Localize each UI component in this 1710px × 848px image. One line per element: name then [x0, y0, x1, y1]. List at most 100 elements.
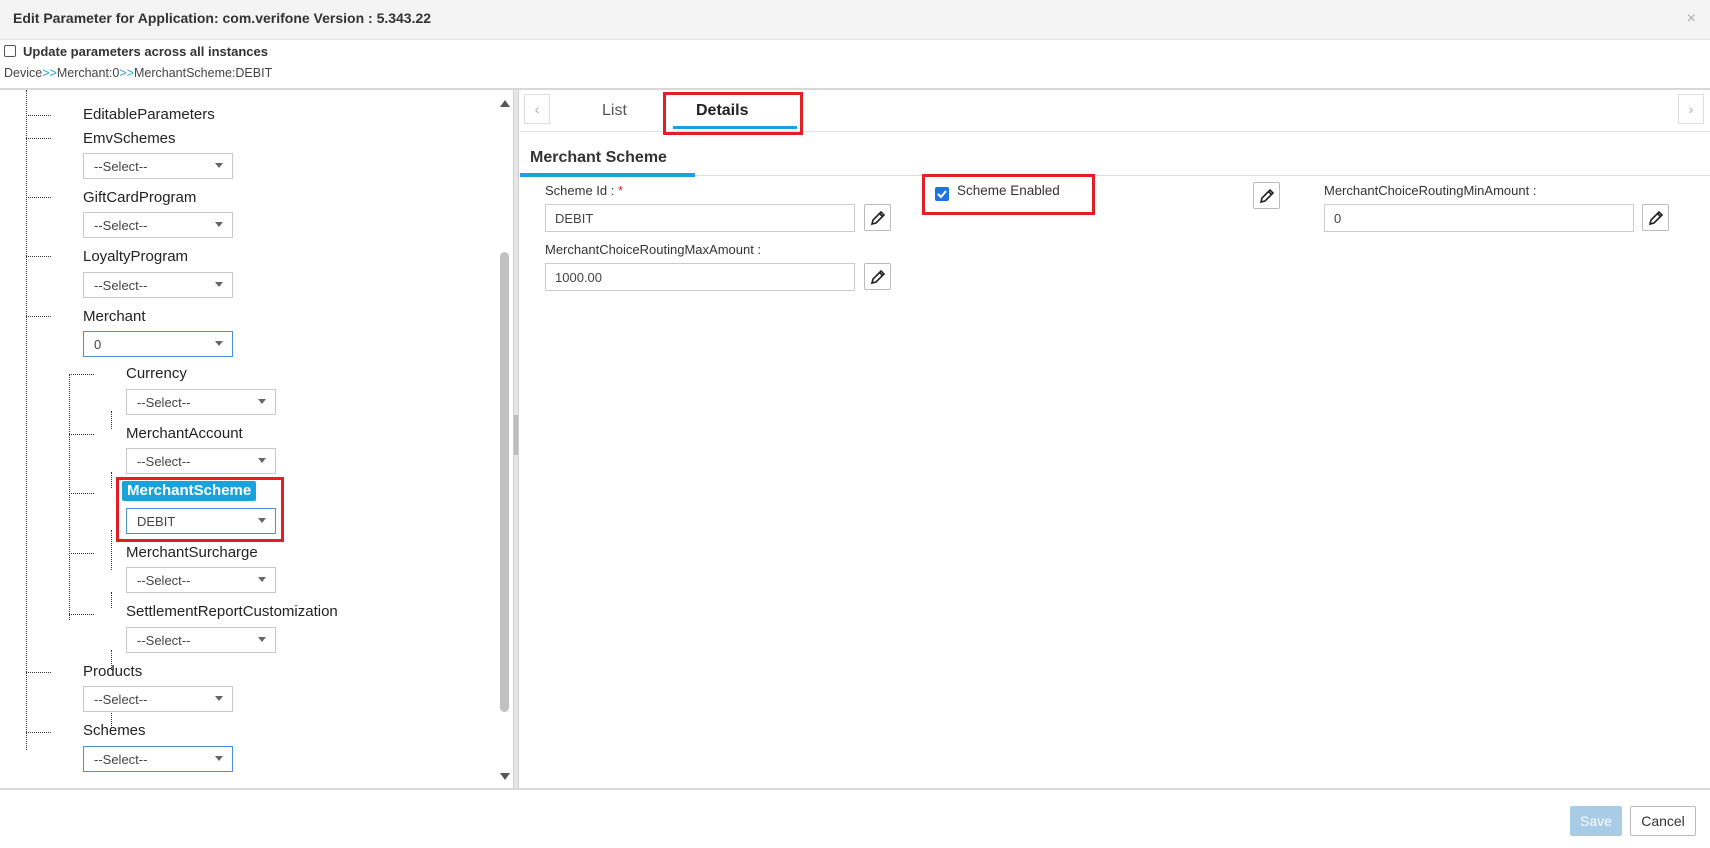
close-icon[interactable]: ×: [1687, 10, 1696, 28]
tree-connector: [111, 530, 112, 570]
tree-node-merchant-scheme[interactable]: MerchantScheme: [122, 481, 257, 501]
pencil-icon: [870, 210, 886, 226]
tree-node-loyalty-program[interactable]: LoyaltyProgram: [83, 248, 188, 265]
loyalty-program-select-value: --Select--: [94, 278, 148, 293]
scheme-enabled-checkbox[interactable]: [935, 187, 949, 201]
schemes-select[interactable]: --Select--: [83, 746, 233, 772]
breadcrumb-merchant-scheme: MerchantScheme:DEBIT: [133, 66, 273, 80]
tab-next-button[interactable]: ›: [1678, 94, 1704, 124]
tree-connector: [26, 732, 51, 733]
tree-connector: [111, 472, 112, 488]
gift-card-program-select-value: --Select--: [94, 218, 148, 233]
cancel-button[interactable]: Cancel: [1630, 806, 1696, 836]
update-all-checkbox[interactable]: [4, 45, 16, 57]
breadcrumb-separator: >>: [42, 66, 57, 80]
currency-select-value: --Select--: [137, 395, 191, 410]
tree-connector: [69, 374, 94, 375]
merchant-surcharge-select-value: --Select--: [137, 573, 191, 588]
emv-schemes-select[interactable]: --Select--: [83, 153, 233, 179]
dialog-title: Edit Parameter for Application: com.veri…: [13, 10, 432, 26]
tree-node-merchant[interactable]: Merchant: [83, 308, 146, 325]
scrollbar-thumb[interactable]: [500, 252, 509, 712]
merchant-account-select-value: --Select--: [137, 454, 191, 469]
chevron-down-icon: [258, 399, 266, 404]
chevron-down-icon: [215, 163, 223, 168]
tree-node-merchant-account[interactable]: MerchantAccount: [126, 425, 243, 442]
tree-node-editable-parameters[interactable]: EditableParameters: [83, 106, 215, 123]
tab-list[interactable]: List: [602, 102, 627, 120]
tree-node-merchant-surcharge[interactable]: MerchantSurcharge: [126, 544, 258, 561]
merchant-scheme-select[interactable]: DEBIT: [126, 508, 276, 534]
chevron-down-icon: [258, 577, 266, 582]
emv-schemes-select-value: --Select--: [94, 159, 148, 174]
edit-min-amount-button[interactable]: [1642, 204, 1669, 231]
chevron-down-icon: [258, 637, 266, 642]
chevron-down-icon: [258, 518, 266, 523]
gift-card-program-select[interactable]: --Select--: [83, 212, 233, 238]
tree-node-products[interactable]: Products: [83, 663, 142, 680]
merchant-account-select[interactable]: --Select--: [126, 448, 276, 474]
breadcrumb-device[interactable]: Device: [4, 66, 42, 80]
scroll-up-arrow-icon[interactable]: [500, 100, 510, 107]
chevron-down-icon: [215, 222, 223, 227]
scheme-id-label-text: Scheme Id :: [545, 183, 615, 198]
pencil-icon: [1648, 210, 1664, 226]
breadcrumb-merchant[interactable]: Merchant:0: [57, 66, 120, 80]
settlement-report-select-value: --Select--: [137, 633, 191, 648]
tree-connector: [26, 316, 51, 317]
min-amount-input[interactable]: 0: [1324, 204, 1634, 232]
edit-max-amount-button[interactable]: [864, 263, 891, 290]
splitter-grip[interactable]: [514, 415, 518, 455]
section-title-underline: [520, 173, 695, 177]
required-marker: *: [618, 183, 624, 198]
scheme-id-input[interactable]: DEBIT: [545, 204, 855, 232]
currency-select[interactable]: --Select--: [126, 389, 276, 415]
divider: [520, 175, 1710, 176]
details-panel: ‹ List Details › Merchant Scheme Scheme …: [520, 90, 1710, 788]
loyalty-program-select[interactable]: --Select--: [83, 272, 233, 298]
settlement-report-select[interactable]: --Select--: [126, 627, 276, 653]
scroll-down-arrow-icon[interactable]: [500, 773, 510, 780]
tab-prev-button[interactable]: ‹: [524, 94, 550, 124]
pencil-icon: [1259, 188, 1275, 204]
tree-connector: [69, 614, 94, 615]
dialog-header: Edit Parameter for Application: com.veri…: [0, 0, 1710, 40]
scheme-enabled-label: Scheme Enabled: [957, 183, 1060, 198]
min-amount-label: MerchantChoiceRoutingMinAmount :: [1324, 183, 1537, 198]
tree-connector: [26, 256, 51, 257]
update-all-label: Update parameters across all instances: [23, 43, 268, 59]
merchant-select[interactable]: 0: [83, 331, 233, 357]
update-all-row: Update parameters across all instances: [4, 43, 268, 59]
edit-scheme-id-button[interactable]: [864, 204, 891, 231]
tree-node-emv-schemes[interactable]: EmvSchemes: [83, 130, 176, 147]
merchant-surcharge-select[interactable]: --Select--: [126, 567, 276, 593]
save-button[interactable]: Save: [1570, 806, 1622, 836]
breadcrumb-separator: >>: [119, 66, 134, 80]
tree-connector: [26, 90, 27, 750]
products-select[interactable]: --Select--: [83, 686, 233, 712]
chevron-down-icon: [215, 696, 223, 701]
edit-scheme-enabled-button[interactable]: [1253, 182, 1280, 209]
max-amount-label: MerchantChoiceRoutingMaxAmount :: [545, 242, 762, 257]
chevron-down-icon: [215, 341, 223, 346]
max-amount-input[interactable]: 1000.00: [545, 263, 855, 291]
merchant-select-value: 0: [94, 337, 102, 352]
products-select-value: --Select--: [94, 692, 148, 707]
tree-connector: [26, 197, 51, 198]
chevron-down-icon: [215, 756, 223, 761]
tree-connector: [69, 493, 94, 494]
highlight-box: [663, 92, 803, 135]
tree-connector: [69, 434, 94, 435]
chevron-down-icon: [215, 282, 223, 287]
tree-node-currency[interactable]: Currency: [126, 365, 187, 382]
parameter-tree: [0, 90, 512, 788]
tree-connector: [69, 553, 94, 554]
tree-connector: [111, 411, 112, 429]
tree-node-settlement-report-customization[interactable]: SettlementReportCustomization: [126, 603, 338, 620]
divider: [0, 788, 1710, 790]
tree-connector: [26, 115, 51, 116]
tree-node-gift-card-program[interactable]: GiftCardProgram: [83, 189, 196, 206]
tree-connector: [26, 138, 51, 139]
tree-connector: [111, 592, 112, 608]
tree-node-schemes[interactable]: Schemes: [83, 722, 146, 739]
